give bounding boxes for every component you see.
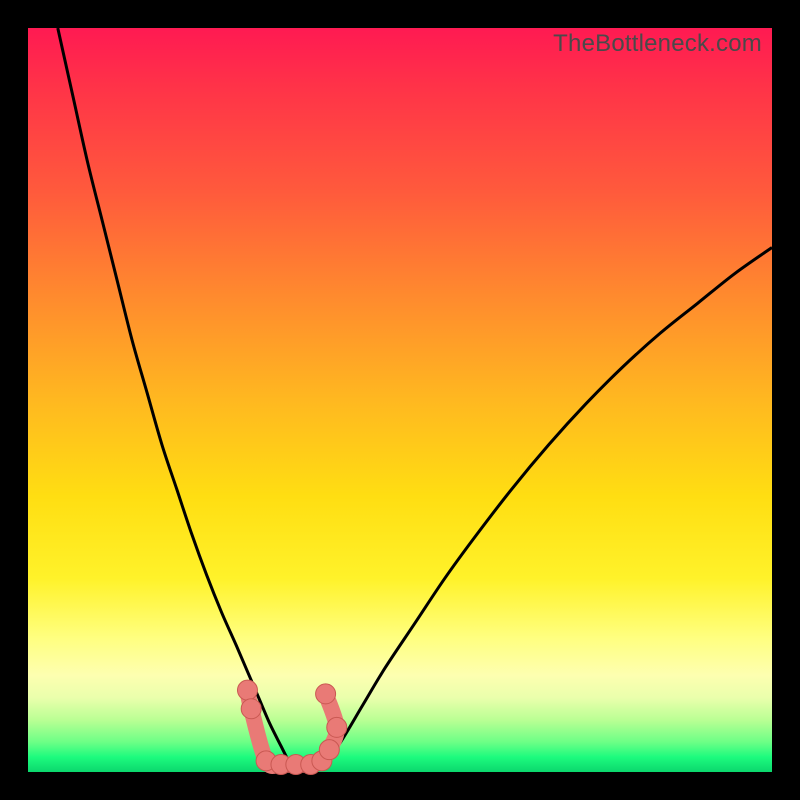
left-curve-path bbox=[58, 28, 289, 761]
chart-svg bbox=[28, 28, 772, 772]
data-marker bbox=[237, 680, 257, 700]
data-marker bbox=[319, 740, 339, 760]
data-marker bbox=[327, 717, 347, 737]
marker-group bbox=[237, 680, 346, 774]
data-marker bbox=[316, 684, 336, 704]
data-marker bbox=[241, 699, 261, 719]
plot-area: TheBottleneck.com bbox=[28, 28, 772, 772]
chart-frame: TheBottleneck.com bbox=[0, 0, 800, 800]
right-curve-path bbox=[326, 247, 772, 760]
